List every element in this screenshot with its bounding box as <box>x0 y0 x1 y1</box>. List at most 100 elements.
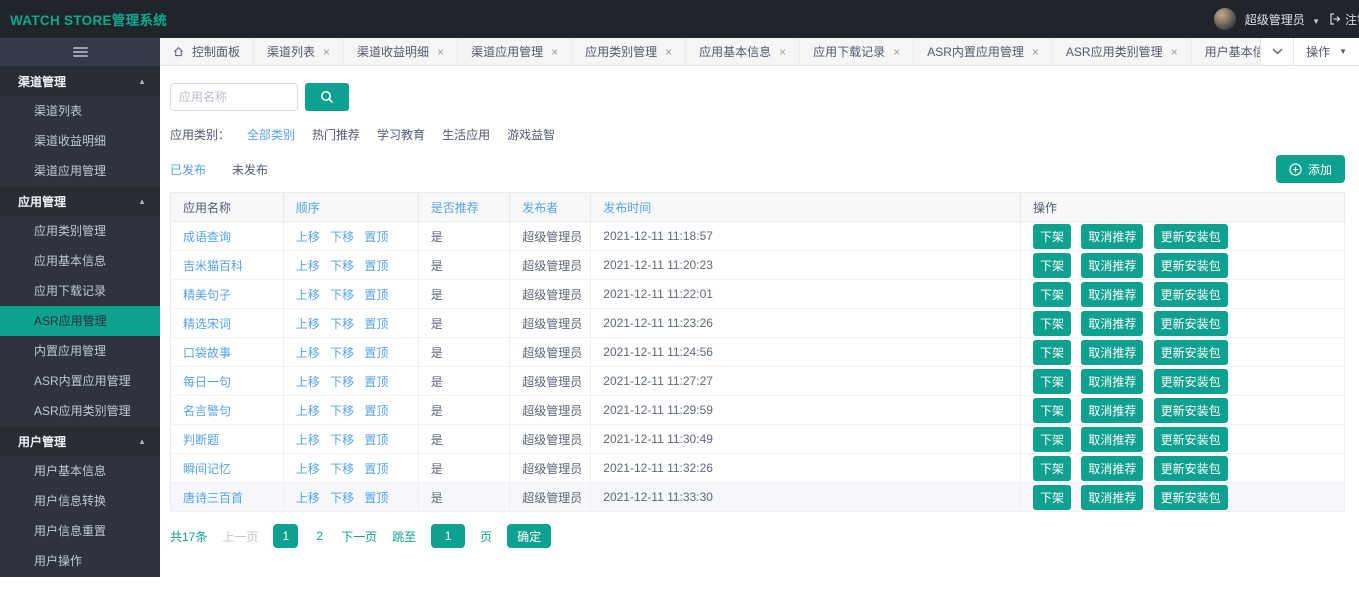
category-hot[interactable]: 热门推荐 <box>312 126 360 143</box>
sidebar-item-app-category[interactable]: 应用类别管理 <box>0 216 160 246</box>
offline-button[interactable]: 下架 <box>1033 224 1071 249</box>
tab-channel-apps[interactable]: 渠道应用管理 × <box>458 38 572 65</box>
move-up-link[interactable]: 上移 <box>296 462 320 476</box>
sidebar-item-app-downloads[interactable]: 应用下载记录 <box>0 276 160 306</box>
col-publisher[interactable]: 发布者 <box>510 193 591 222</box>
cancel-recommend-button[interactable]: 取消推荐 <box>1081 282 1143 307</box>
category-education[interactable]: 学习教育 <box>377 126 425 143</box>
sidebar-group-channel[interactable]: 渠道管理 ▲ <box>0 66 160 96</box>
app-name-link[interactable]: 精美句子 <box>183 288 231 302</box>
move-up-link[interactable]: 上移 <box>296 259 320 273</box>
page-2-button[interactable]: 2 <box>313 529 326 543</box>
app-name-link[interactable]: 每日一句 <box>183 375 231 389</box>
category-all[interactable]: 全部类别 <box>247 126 295 143</box>
tab-unpublished[interactable]: 未发布 <box>232 161 268 178</box>
app-name-link[interactable]: 唐诗三百首 <box>183 491 243 505</box>
move-up-link[interactable]: 上移 <box>296 491 320 505</box>
col-order[interactable]: 顺序 <box>283 193 418 222</box>
tab-channel-revenue[interactable]: 渠道收益明细 × <box>344 38 458 65</box>
move-up-link[interactable]: 上移 <box>296 404 320 418</box>
move-down-link[interactable]: 下移 <box>330 230 354 244</box>
sidebar-item-asr-app-category[interactable]: ASR应用类别管理 <box>0 396 160 426</box>
page-1-button[interactable]: 1 <box>273 524 298 548</box>
col-recommended[interactable]: 是否推荐 <box>418 193 510 222</box>
update-package-button[interactable]: 更新安装包 <box>1154 398 1228 423</box>
update-package-button[interactable]: 更新安装包 <box>1154 369 1228 394</box>
category-life[interactable]: 生活应用 <box>442 126 490 143</box>
move-down-link[interactable]: 下移 <box>330 346 354 360</box>
pin-top-link[interactable]: 置顶 <box>364 491 388 505</box>
tab-user-info[interactable]: 用户基本信息 × <box>1192 38 1260 65</box>
cancel-recommend-button[interactable]: 取消推荐 <box>1081 311 1143 336</box>
tab-asr-builtin-apps[interactable]: ASR内置应用管理 × <box>914 38 1053 65</box>
move-down-link[interactable]: 下移 <box>330 375 354 389</box>
sidebar-item-asr-app-mgmt[interactable]: ASR应用管理 <box>0 306 160 336</box>
move-down-link[interactable]: 下移 <box>330 288 354 302</box>
cancel-recommend-button[interactable]: 取消推荐 <box>1081 253 1143 278</box>
sidebar-item-user-info[interactable]: 用户基本信息 <box>0 456 160 486</box>
add-button[interactable]: 添加 <box>1276 155 1345 183</box>
sidebar-item-user-actions[interactable]: 用户操作 <box>0 546 160 576</box>
app-name-link[interactable]: 口袋故事 <box>183 346 231 360</box>
close-icon[interactable]: × <box>893 46 900 58</box>
sidebar-item-channel-revenue[interactable]: 渠道收益明细 <box>0 126 160 156</box>
sidebar-item-user-reset[interactable]: 用户信息重置 <box>0 516 160 546</box>
app-name-link[interactable]: 瞬间记忆 <box>183 462 231 476</box>
pin-top-link[interactable]: 置顶 <box>364 346 388 360</box>
sidebar-toggle-button[interactable] <box>0 38 160 66</box>
offline-button[interactable]: 下架 <box>1033 427 1071 452</box>
move-up-link[interactable]: 上移 <box>296 375 320 389</box>
jump-page-input[interactable] <box>431 524 465 548</box>
update-package-button[interactable]: 更新安装包 <box>1154 427 1228 452</box>
app-name-link[interactable]: 吉米猫百科 <box>183 259 243 273</box>
tab-app-info[interactable]: 应用基本信息 × <box>686 38 800 65</box>
close-icon[interactable]: × <box>323 46 330 58</box>
move-down-link[interactable]: 下移 <box>330 317 354 331</box>
cancel-recommend-button[interactable]: 取消推荐 <box>1081 427 1143 452</box>
sidebar-item-channel-list[interactable]: 渠道列表 <box>0 96 160 126</box>
move-up-link[interactable]: 上移 <box>296 433 320 447</box>
offline-button[interactable]: 下架 <box>1033 282 1071 307</box>
sidebar-item-asr-builtin-app-mgmt[interactable]: ASR内置应用管理 <box>0 366 160 396</box>
sidebar-item-channel-apps[interactable]: 渠道应用管理 <box>0 156 160 186</box>
move-down-link[interactable]: 下移 <box>330 433 354 447</box>
cancel-recommend-button[interactable]: 取消推荐 <box>1081 485 1143 510</box>
update-package-button[interactable]: 更新安装包 <box>1154 224 1228 249</box>
move-up-link[interactable]: 上移 <box>296 317 320 331</box>
close-icon[interactable]: × <box>779 46 786 58</box>
app-name-link[interactable]: 名言警句 <box>183 404 231 418</box>
offline-button[interactable]: 下架 <box>1033 253 1071 278</box>
cancel-recommend-button[interactable]: 取消推荐 <box>1081 340 1143 365</box>
offline-button[interactable]: 下架 <box>1033 456 1071 481</box>
close-icon[interactable]: × <box>1032 46 1039 58</box>
sidebar-item-builtin-app-mgmt[interactable]: 内置应用管理 <box>0 336 160 366</box>
pin-top-link[interactable]: 置顶 <box>364 259 388 273</box>
cancel-recommend-button[interactable]: 取消推荐 <box>1081 456 1143 481</box>
tab-dashboard[interactable]: 控制面板 <box>160 38 254 65</box>
sidebar-group-app[interactable]: 应用管理 ▲ <box>0 186 160 216</box>
category-games[interactable]: 游戏益智 <box>507 126 555 143</box>
tab-actions-dropdown[interactable]: 操作 ▼ <box>1294 38 1359 65</box>
search-button[interactable] <box>305 83 349 111</box>
close-icon[interactable]: × <box>437 46 444 58</box>
app-name-link[interactable]: 成语查询 <box>183 230 231 244</box>
offline-button[interactable]: 下架 <box>1033 485 1071 510</box>
move-up-link[interactable]: 上移 <box>296 288 320 302</box>
update-package-button[interactable]: 更新安装包 <box>1154 456 1228 481</box>
tab-app-downloads[interactable]: 应用下载记录 × <box>800 38 914 65</box>
user-menu[interactable]: 超级管理员 ▼ <box>1245 11 1320 28</box>
update-package-button[interactable]: 更新安装包 <box>1154 311 1228 336</box>
confirm-button[interactable]: 确定 <box>507 524 551 548</box>
app-name-link[interactable]: 精选宋词 <box>183 317 231 331</box>
update-package-button[interactable]: 更新安装包 <box>1154 340 1228 365</box>
tab-asr-app-category[interactable]: ASR应用类别管理 × <box>1053 38 1192 65</box>
tab-app-category[interactable]: 应用类别管理 × <box>572 38 686 65</box>
pin-top-link[interactable]: 置顶 <box>364 288 388 302</box>
move-down-link[interactable]: 下移 <box>330 259 354 273</box>
move-down-link[interactable]: 下移 <box>330 404 354 418</box>
offline-button[interactable]: 下架 <box>1033 398 1071 423</box>
offline-button[interactable]: 下架 <box>1033 369 1071 394</box>
col-publish-time[interactable]: 发布时间 <box>591 193 1021 222</box>
sidebar-item-user-transfer[interactable]: 用户信息转换 <box>0 486 160 516</box>
search-input[interactable] <box>170 83 298 111</box>
